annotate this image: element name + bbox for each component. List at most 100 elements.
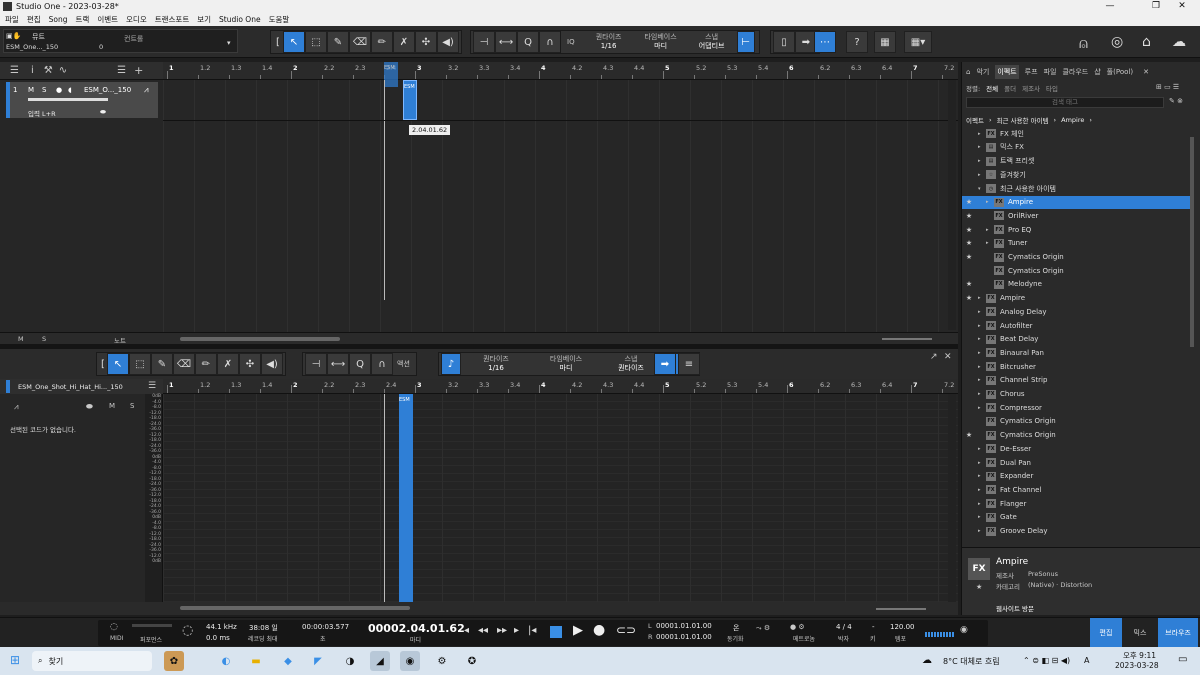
browser-item[interactable]: ▸ FX Channel Strip — [962, 374, 1190, 388]
position-display[interactable]: 00002.04.01.62 — [368, 622, 465, 635]
editor-iq-button[interactable]: ♪ — [441, 353, 461, 375]
browse-view-button[interactable]: 브라우즈 — [1158, 618, 1198, 648]
quantize-q-button[interactable]: Q — [517, 31, 539, 53]
return-zero-icon[interactable]: |◂ — [528, 625, 536, 636]
track-header[interactable]: 1 M S ● ◖ ESM_O..._150 ⩘ 입력 L+R ⬬ — [6, 82, 158, 118]
track-list-icon[interactable]: ☰ — [117, 65, 126, 76]
volume-fader[interactable] — [28, 98, 108, 101]
stretch-button[interactable]: ⟷ — [495, 31, 517, 53]
monitor-icon[interactable]: ◖ — [68, 86, 72, 94]
menu-view[interactable]: 보기 — [197, 14, 211, 25]
menu-track[interactable]: 트랙 — [76, 14, 90, 25]
expand-arrow-icon[interactable]: ▸ — [978, 377, 986, 383]
expand-arrow-icon[interactable]: ▸ — [978, 391, 986, 397]
browser-item[interactable]: ★ FX Cymatics Origin — [962, 250, 1190, 264]
minimize-button[interactable]: — — [1092, 0, 1128, 13]
headphone-icon[interactable]: ∩ — [539, 31, 561, 53]
editor-mute-toggle[interactable]: M — [109, 402, 115, 410]
browser-item[interactable]: ▸ FX De-Esser — [962, 442, 1190, 456]
browser-item[interactable]: ▸ FX Autofilter — [962, 319, 1190, 333]
sort-vendor[interactable]: 제조사 — [1022, 83, 1040, 93]
search-input[interactable]: 검색 태그 — [966, 97, 1164, 108]
browser-item[interactable]: ▸ FX Expander — [962, 470, 1190, 484]
home-icon[interactable]: ⌂ — [966, 68, 970, 76]
editor-zoom-slider[interactable] — [876, 608, 926, 610]
expand-arrow-icon[interactable]: ▸ — [978, 528, 986, 534]
favorite-star-icon[interactable]: ★ — [962, 226, 976, 234]
folder-icon[interactable]: ▬ — [246, 651, 266, 671]
browser-item[interactable]: ▸ FX Bitcrusher — [962, 360, 1190, 374]
track-name[interactable]: ESM_O..._150 — [84, 86, 131, 94]
editor-autoscroll-button[interactable]: ➡ — [654, 353, 676, 375]
footer-solo[interactable]: S — [42, 335, 46, 343]
editor-eraser-button[interactable]: ⌫ — [173, 353, 195, 375]
expand-arrow-icon[interactable]: ▾ — [978, 186, 986, 192]
tab-instruments[interactable]: 악기 — [976, 67, 989, 77]
editor-timebase-select[interactable]: 타임베이스 마디 — [531, 355, 601, 373]
app-icon[interactable]: ✪ — [462, 651, 482, 671]
menu-transport[interactable]: 트랜스포트 — [155, 14, 190, 25]
arrange-view[interactable]: ESM ESM 2.04.01.62 — [163, 62, 958, 332]
favorite-star-icon[interactable]: ★ — [962, 253, 976, 261]
expand-arrow-icon[interactable]: ▸ — [986, 227, 994, 233]
stop-button[interactable] — [550, 626, 562, 638]
expand-arrow-icon[interactable]: ▸ — [978, 323, 986, 329]
browser-item[interactable]: ★ ▸ FX Tuner — [962, 237, 1190, 251]
editor-headphone-icon[interactable]: ∩ — [371, 353, 393, 375]
rewind-start-icon[interactable]: ◂ — [464, 625, 469, 636]
app-icon[interactable]: ◤ — [308, 651, 328, 671]
weather-text[interactable]: 8°C 대체로 흐림 — [943, 656, 1000, 667]
browser-item[interactable]: ★ ▸ FX Ampire — [962, 291, 1190, 305]
browser-item[interactable]: ★ FX Melodyne — [962, 278, 1190, 292]
expand-arrow-icon[interactable]: ▸ — [978, 405, 986, 411]
browser-item[interactable]: ▸ FX Groove Delay — [962, 524, 1190, 538]
editor-nudge-button[interactable]: ⊣ — [305, 353, 327, 375]
editor-bend-button[interactable]: ✣ — [239, 353, 261, 375]
browser-item[interactable]: ▸ FX FX 체인 — [962, 127, 1190, 141]
app-icon[interactable]: ◉ — [400, 651, 420, 671]
website-link[interactable]: 웹사이트 방문 — [996, 603, 1034, 613]
grid-menu-icon[interactable]: ▦▾ — [904, 31, 932, 53]
browser-item[interactable]: ★ FX Cymatics Origin — [962, 428, 1190, 442]
inspector-mini[interactable]: ▣✋ 뮤트 ESM_One..._150 0 컨트롤 ▾ — [3, 29, 238, 53]
expand-arrow-icon[interactable]: ▸ — [978, 501, 986, 507]
playhead[interactable] — [384, 80, 385, 300]
expand-arrow-icon[interactable]: ▸ — [978, 487, 986, 493]
action-menu[interactable]: 액션 — [397, 359, 410, 369]
time-signature[interactable]: 4 / 4 — [836, 623, 852, 631]
expand-arrow-icon[interactable]: ▸ — [986, 199, 994, 205]
forward-icon[interactable]: ▸▸ — [497, 625, 507, 636]
menu-audio[interactable]: 오디오 — [126, 14, 147, 25]
snap-select[interactable]: 스냅 어댑티브 — [687, 33, 737, 51]
browser-item[interactable]: FX Cymatics Origin — [962, 264, 1190, 278]
favorite-star-icon[interactable]: ★ — [962, 212, 976, 220]
editor-quantize-select[interactable]: 퀀타이즈 1/16 — [461, 355, 531, 373]
edge-icon[interactable]: ◐ — [216, 651, 236, 671]
editor-mute-button[interactable]: ✗ — [217, 353, 239, 375]
editor-track-name[interactable]: ESM_One_Shot_Hi_Hat_Hi..._150 — [18, 383, 123, 391]
tab-files[interactable]: 파일 — [1044, 67, 1057, 77]
browser-item[interactable]: ★ FX OrilRiver — [962, 209, 1190, 223]
browser-item[interactable]: ▸ FX Compressor — [962, 401, 1190, 415]
browser-item[interactable]: ▸ ▤ 트랙 프리셋 — [962, 154, 1190, 168]
crumb-effects[interactable]: 이펙트 — [966, 115, 984, 125]
punch-icon[interactable]: ⤳ ⚙ — [756, 624, 770, 633]
settings-icon[interactable]: ⚙ — [432, 651, 452, 671]
seconds-display[interactable]: 00:00:03.577 — [302, 623, 349, 631]
list-icon[interactable]: ☰ — [10, 65, 19, 76]
tray-icons[interactable]: ⌃ ⊜ ◧ ⊟ ◀) — [1023, 656, 1070, 665]
expand-arrow-icon[interactable]: ▸ — [986, 240, 994, 246]
editor-audio-event[interactable]: ESM — [399, 394, 413, 602]
browser-item[interactable]: ★ ▸ FX Ampire — [962, 195, 1190, 210]
favorite-star-icon[interactable]: ★ — [962, 431, 976, 439]
nudge-left-button[interactable]: ⊣ — [473, 31, 495, 53]
horizontal-scrollbar[interactable] — [180, 337, 340, 341]
menu-song[interactable]: Song — [49, 15, 68, 24]
split-tool-button[interactable]: ✎ — [327, 31, 349, 53]
editor-list-icon[interactable]: ☰ — [148, 381, 156, 391]
play-button[interactable]: ▶ — [573, 623, 583, 638]
tab-loops[interactable]: 루프 — [1025, 67, 1038, 77]
expand-arrow-icon[interactable]: ▸ — [978, 460, 986, 466]
edit-tag-icon[interactable]: ✎ ⊗ — [1169, 97, 1183, 105]
iq-button[interactable]: IQ — [567, 38, 575, 46]
